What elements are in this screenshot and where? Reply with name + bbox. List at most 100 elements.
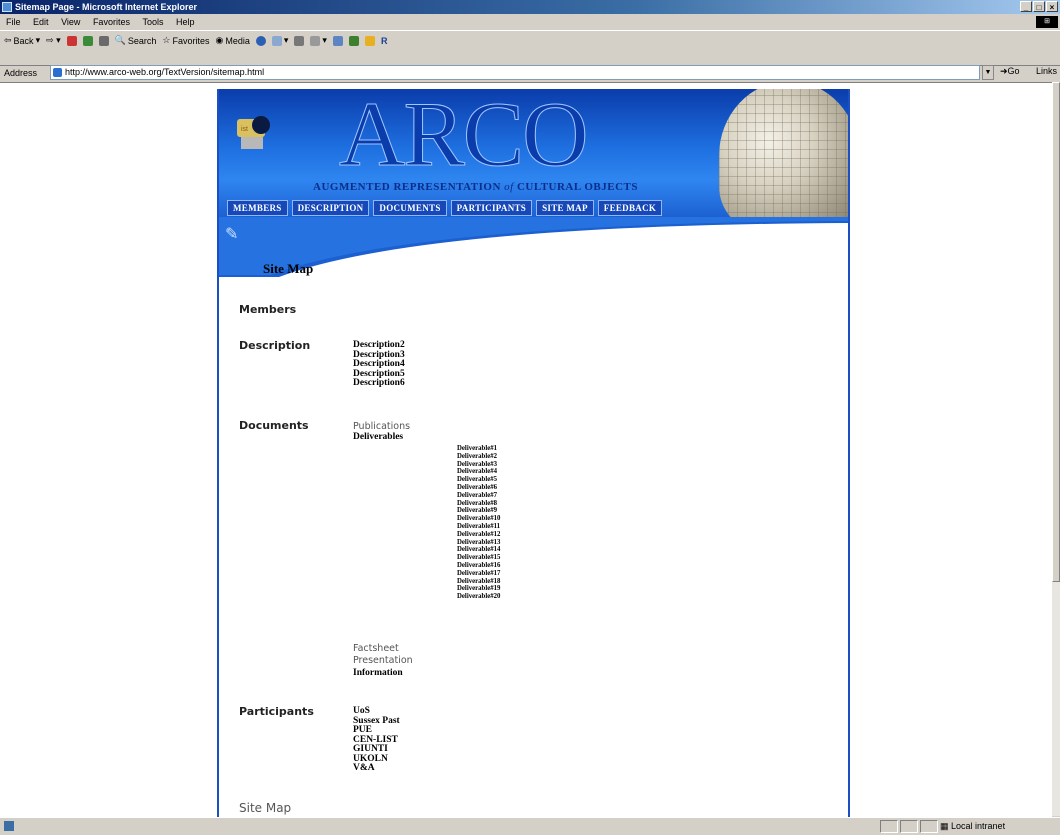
menu-bar: File Edit View Favorites Tools Help ⊞ — [0, 15, 1060, 29]
deliverable-item[interactable]: Deliverable#13 — [457, 539, 500, 547]
vertical-scrollbar[interactable] — [1052, 82, 1060, 816]
factsheet-link[interactable]: Factsheet — [353, 643, 399, 655]
arco-logo-text: ARCO — [339, 89, 590, 186]
deliverable-item[interactable]: Deliverable#4 — [457, 468, 500, 476]
favorites-button[interactable]: ☆ Favorites — [162, 35, 209, 46]
menu-tools[interactable]: Tools — [142, 17, 163, 27]
stop-button[interactable] — [66, 35, 77, 46]
print-button[interactable] — [294, 35, 305, 46]
discuss-button[interactable] — [332, 35, 343, 46]
search-button[interactable]: 🔍 Search — [115, 35, 157, 46]
nav-members[interactable]: MEMBERS — [227, 200, 288, 216]
participant-item[interactable]: V&A — [353, 763, 400, 774]
nav-documents[interactable]: DOCUMENTS — [373, 200, 447, 216]
windows-logo-icon: ⊞ — [1036, 16, 1058, 28]
deliverable-item[interactable]: Deliverable#8 — [457, 500, 500, 508]
page-container: ist ARCO AUGMENTED REPRESENTATION of CUL… — [217, 89, 850, 817]
forward-button[interactable]: ⇨ ▾ — [46, 35, 61, 46]
status-panel — [920, 820, 938, 833]
deliverable-item[interactable]: Deliverable#12 — [457, 531, 500, 539]
deliverable-item[interactable]: Deliverable#5 — [457, 476, 500, 484]
stop-icon — [66, 35, 77, 46]
home-icon — [98, 35, 109, 46]
real-button[interactable]: R — [381, 36, 388, 46]
deliverable-item[interactable]: Deliverable#17 — [457, 570, 500, 578]
mail-icon — [271, 35, 282, 46]
svg-text:ist: ist — [241, 126, 248, 133]
menu-view[interactable]: View — [61, 17, 80, 27]
go-arrow-icon: ➜ — [1000, 66, 1008, 76]
nav-description[interactable]: DESCRIPTION — [291, 200, 370, 216]
links-button[interactable]: Links — [1036, 66, 1057, 76]
edit-button[interactable]: ▾ — [310, 35, 327, 46]
nav-site-map[interactable]: SITE MAP — [536, 200, 594, 216]
address-url: http://www.arco-web.org/TextVersion/site… — [65, 67, 265, 77]
page-status-icon — [4, 821, 14, 831]
bottom-site-map-heading[interactable]: Site Map — [239, 801, 291, 815]
research-button[interactable] — [364, 35, 375, 46]
deliverable-item[interactable]: Deliverable#14 — [457, 546, 500, 554]
section-participants[interactable]: Participants — [239, 705, 314, 718]
window-title: Sitemap Page - Microsoft Internet Explor… — [15, 2, 198, 12]
history-button[interactable] — [255, 35, 266, 46]
banner-swoosh: ✎ — [219, 217, 848, 277]
address-label: Address — [4, 68, 38, 78]
media-button[interactable]: ◉ Media — [216, 35, 250, 46]
messenger-icon — [348, 35, 359, 46]
status-panel — [880, 820, 898, 833]
deliverable-item[interactable]: Deliverable#18 — [457, 578, 500, 586]
quill-icon: ✎ — [225, 224, 238, 243]
section-documents[interactable]: Documents — [239, 419, 309, 432]
messenger-button[interactable] — [348, 35, 359, 46]
mail-button[interactable]: ▾ — [271, 35, 288, 46]
ist-logo-icon: ist — [237, 116, 270, 149]
deliverable-item[interactable]: Deliverable#2 — [457, 453, 500, 461]
deliverable-item[interactable]: Deliverable#10 — [457, 515, 500, 523]
description-list: Description2 Description3 Description4 D… — [353, 340, 405, 389]
back-button[interactable]: ⇦ Back ▾ — [4, 35, 40, 46]
deliverable-item[interactable]: Deliverable#7 — [457, 492, 500, 500]
description-item[interactable]: Description6 — [353, 378, 405, 389]
menu-favorites[interactable]: Favorites — [93, 17, 130, 27]
section-description[interactable]: Description — [239, 339, 310, 352]
discuss-icon — [332, 35, 343, 46]
arco-banner: ist ARCO AUGMENTED REPRESENTATION of CUL… — [219, 89, 848, 219]
arco-subtitle: AUGMENTED REPRESENTATION of CULTURAL OBJ… — [313, 181, 638, 193]
edit-icon — [310, 35, 321, 46]
refresh-button[interactable] — [82, 35, 93, 46]
deliverables-link[interactable]: Deliverables — [353, 432, 403, 443]
menu-help[interactable]: Help — [176, 17, 195, 27]
minimize-icon[interactable]: _ — [1020, 1, 1032, 12]
deliverable-item[interactable]: Deliverable#11 — [457, 523, 500, 531]
presentation-link[interactable]: Presentation — [353, 655, 413, 667]
deliverable-item[interactable]: Deliverable#19 — [457, 585, 500, 593]
deliverable-item[interactable]: Deliverable#15 — [457, 554, 500, 562]
deliverable-item[interactable]: Deliverable#9 — [457, 507, 500, 515]
search-icon: 🔍 — [114, 35, 126, 45]
go-button[interactable]: ➜Go — [1000, 66, 1020, 77]
browser-viewport: ist ARCO AUGMENTED REPRESENTATION of CUL… — [0, 82, 1052, 817]
maximize-icon[interactable]: □ — [1033, 1, 1045, 12]
nav-feedback[interactable]: FEEDBACK — [597, 200, 663, 216]
back-arrow-icon: ⇦ — [4, 35, 12, 45]
deliverable-item[interactable]: Deliverable#16 — [457, 562, 500, 570]
site-nav: MEMBERS DESCRIPTION DOCUMENTS PARTICIPAN… — [227, 200, 663, 216]
scrollbar-thumb[interactable] — [1052, 82, 1060, 582]
section-members[interactable]: Members — [239, 303, 296, 316]
deliverable-item[interactable]: Deliverable#20 — [457, 593, 500, 601]
information-link[interactable]: Information — [353, 668, 403, 679]
menu-edit[interactable]: Edit — [33, 17, 49, 27]
address-dropdown-icon[interactable]: ▼ — [982, 65, 994, 80]
window-controls: _ □ × — [1020, 1, 1058, 12]
close-icon[interactable]: × — [1046, 1, 1058, 12]
deliverable-item[interactable]: Deliverable#3 — [457, 461, 500, 469]
security-zone: ▦ Local intranet — [940, 821, 1006, 831]
star-icon: ☆ — [162, 35, 171, 45]
nav-participants[interactable]: PARTICIPANTS — [450, 200, 533, 216]
menu-file[interactable]: File — [6, 17, 21, 27]
home-button[interactable] — [98, 35, 109, 46]
deliverable-item[interactable]: Deliverable#1 — [457, 445, 500, 453]
deliverable-item[interactable]: Deliverable#6 — [457, 484, 500, 492]
address-input[interactable]: http://www.arco-web.org/TextVersion/site… — [50, 65, 980, 80]
status-panel — [900, 820, 918, 833]
